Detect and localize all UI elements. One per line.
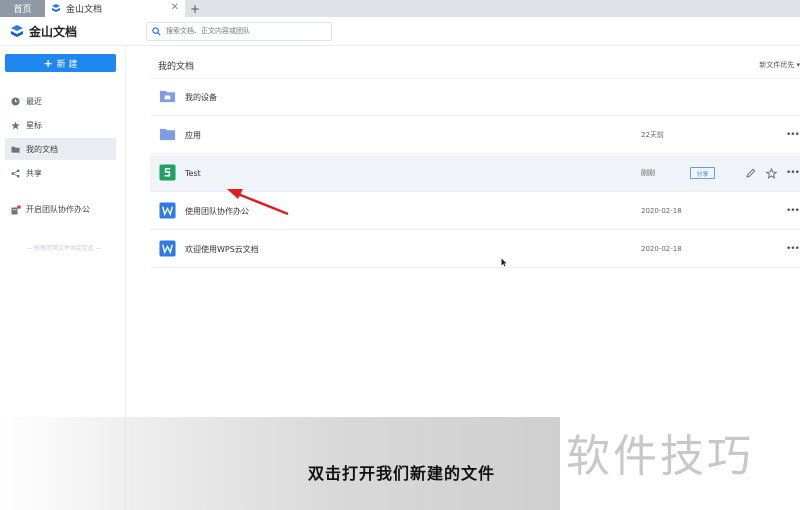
tab-home[interactable]: 首页 [0,0,45,17]
new-button[interactable]: + 新 建 [5,54,116,72]
sidebar-item-label: 共享 [26,168,42,178]
more-options-icon[interactable]: ••• [786,168,800,178]
sidebar-item-starred[interactable]: 星标 [5,114,116,136]
share-button[interactable]: 分享 [690,167,715,179]
file-date: 22天前 [641,131,664,139]
star-icon [11,120,20,129]
star-icon[interactable] [766,167,777,179]
search-icon [152,26,161,36]
new-button-label: 新 建 [56,59,78,70]
kdocs-logo-icon [11,24,23,37]
sidebar-item-label: 我的文档 [26,144,58,154]
sidebar-item-label: 星标 [26,120,42,130]
file-name: 我的设备 [185,92,217,102]
word-doc-icon [159,240,176,257]
plus-icon: + [43,56,53,70]
app-header: 金山文档 [0,17,800,46]
team-collab-label: 开启团队协作办公 [26,205,90,214]
drag-hint: — 拖拽常用文件固定至此 — [26,245,102,252]
add-tab-button[interactable]: + [185,0,205,17]
file-row-test[interactable]: Test 刚刚 分享 ••• [150,155,800,192]
brand-name: 金山文档 [29,24,78,39]
tab-bar: 首页 金山文档 ✕ + [0,0,800,17]
sort-dropdown[interactable]: 新文件优先 ▾ [759,60,800,70]
tab-home-label: 首页 [13,5,32,15]
file-row-team-collab[interactable]: 使用团队协作办公 2020-02-18 ••• [150,193,800,230]
file-date: 刚刚 [641,169,655,177]
watermark: 软件技巧 [566,431,754,482]
close-icon[interactable]: ✕ [171,2,179,13]
mouse-cursor-icon [501,258,507,267]
file-name: 应用 [185,130,201,140]
folder-icon [159,90,176,103]
word-doc-icon [159,202,176,219]
search-box[interactable] [146,21,332,41]
folder-icon [159,128,176,141]
sidebar-item-label: 最近 [26,96,42,106]
file-row-my-devices[interactable]: 我的设备 [150,79,800,116]
clock-icon [11,96,20,106]
sidebar-item-my-docs[interactable]: 我的文档 [5,138,116,160]
share-icon [11,168,20,178]
spreadsheet-icon [159,164,176,181]
file-row-apps[interactable]: 应用 22天前 ••• [150,117,800,154]
file-date: 2020-02-18 [641,207,682,215]
tab-kdocs[interactable]: 金山文档 ✕ [45,0,185,17]
file-row-welcome[interactable]: 欢迎使用WPS云文档 2020-02-18 ••• [150,231,800,268]
search-input[interactable] [166,27,326,35]
sidebar-item-shared[interactable]: 共享 [5,162,116,184]
brand[interactable]: 金山文档 [0,23,146,40]
tab-kdocs-label: 金山文档 [66,5,103,15]
team-collab-link[interactable]: 开启团队协作办公 [11,204,90,215]
page-title: 我的文档 [158,62,195,72]
more-options-icon[interactable]: ••• [786,130,800,140]
video-caption: 双击打开我们新建的文件 [308,464,496,483]
file-name: 使用团队协作办公 [185,206,249,216]
file-name: 欢迎使用WPS云文档 [185,244,259,254]
pencil-icon[interactable] [746,168,756,178]
more-options-icon[interactable]: ••• [786,244,800,254]
folder-icon [11,146,20,153]
team-icon [11,204,21,214]
more-options-icon[interactable]: ••• [786,206,800,216]
sidebar-item-recent[interactable]: 最近 [5,90,116,112]
file-name: Test [185,168,201,178]
kdocs-logo-icon [52,4,60,12]
file-date: 2020-02-18 [641,245,682,253]
